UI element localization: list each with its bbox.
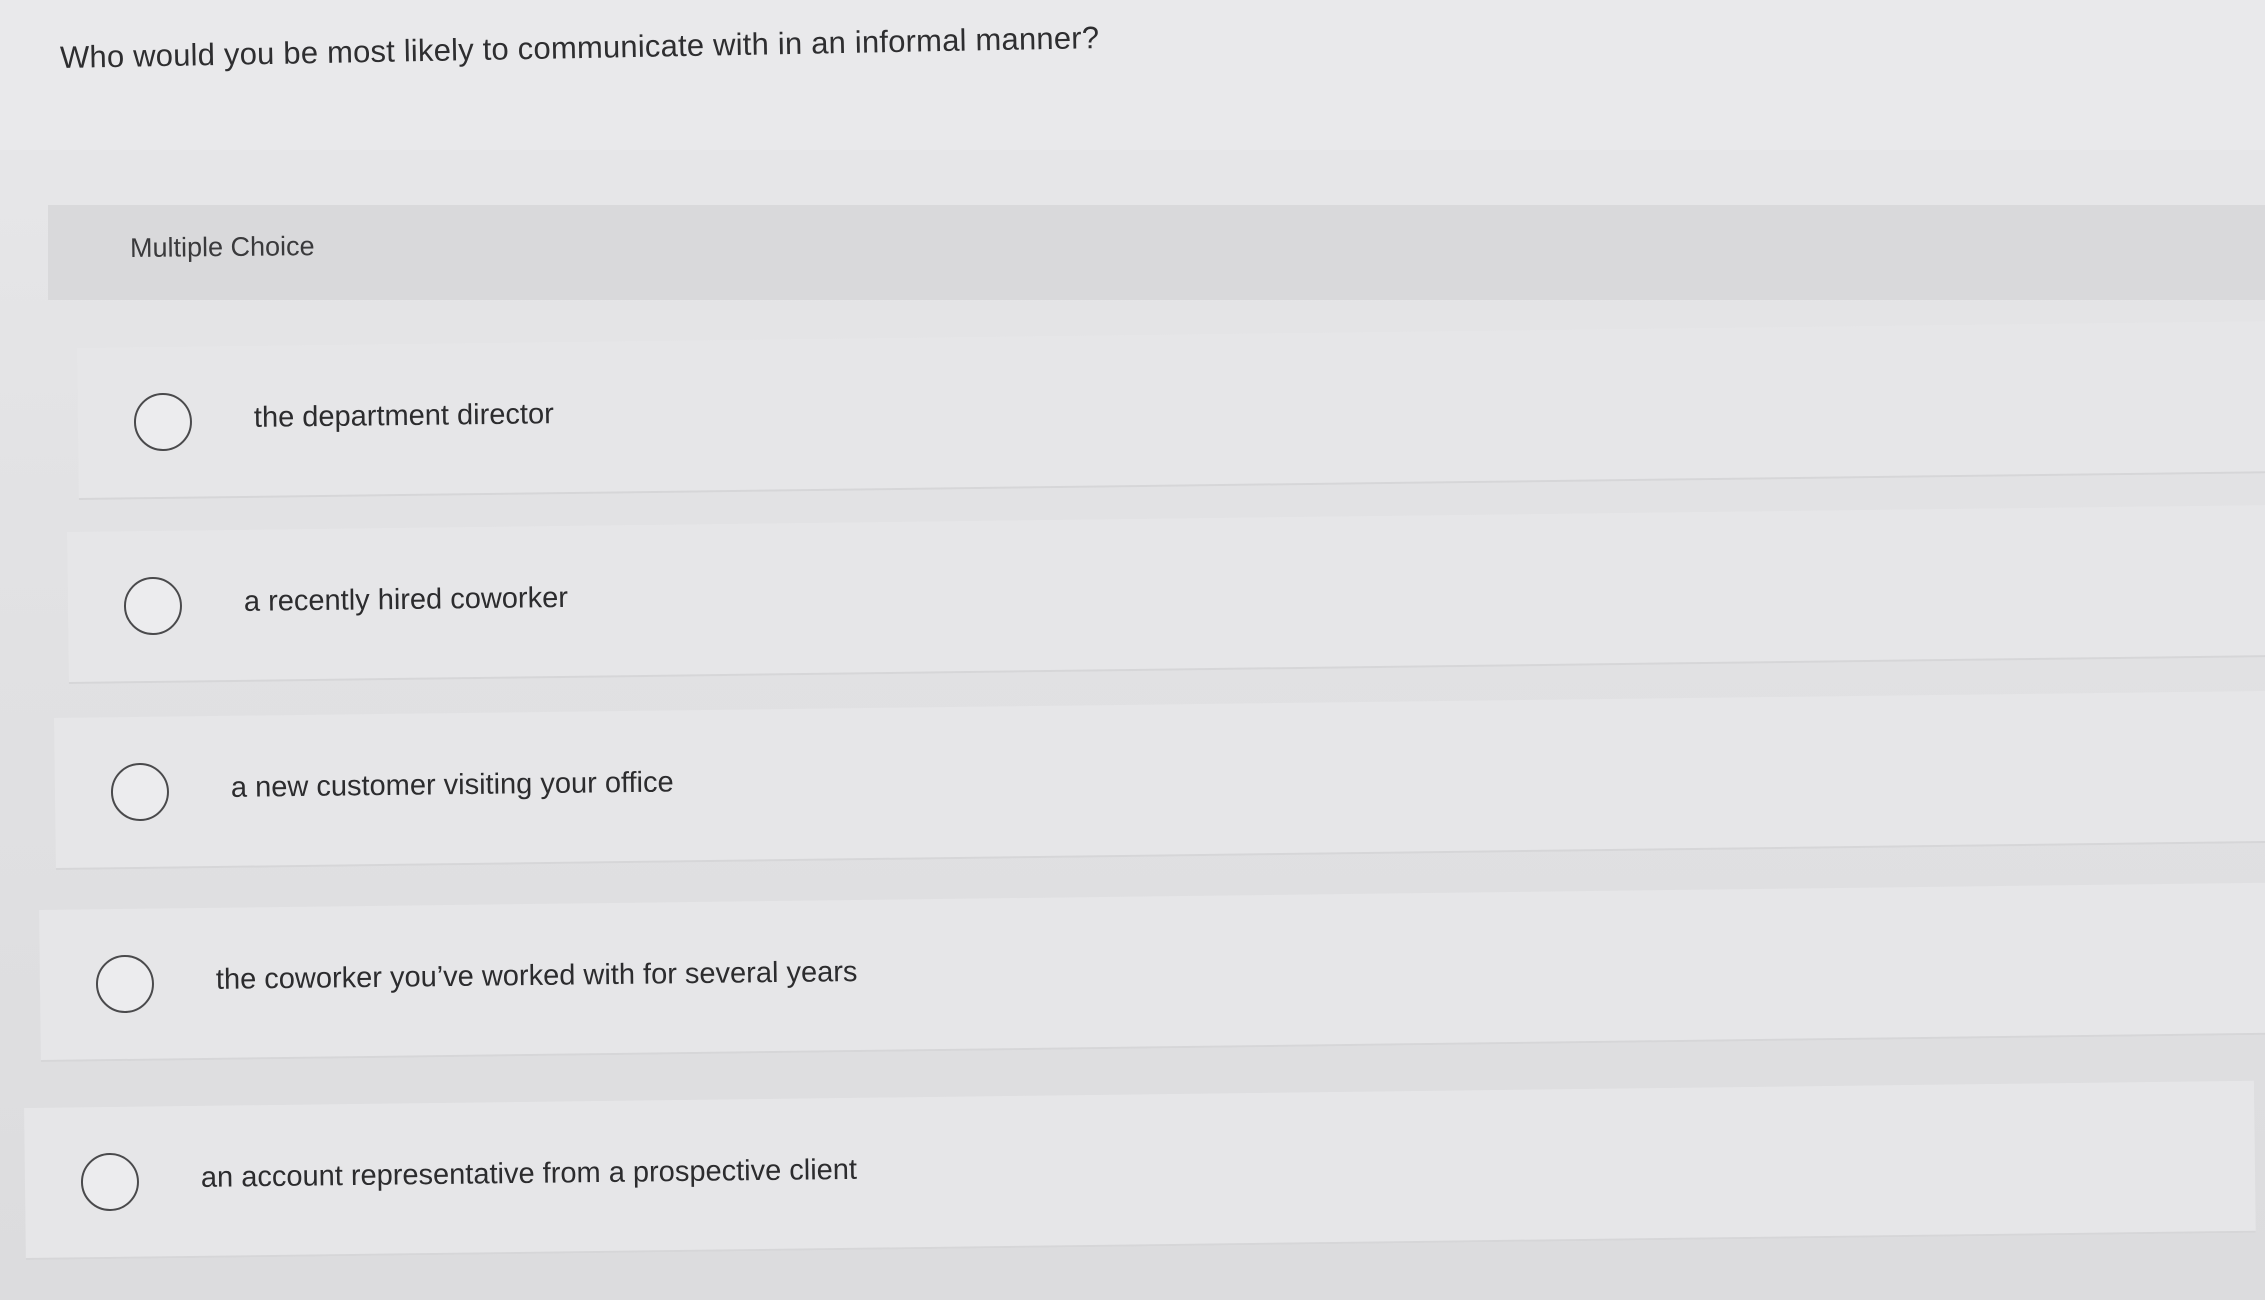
radio-button[interactable] [95, 954, 155, 1014]
radio-button[interactable] [133, 392, 193, 452]
radio-button[interactable] [80, 1152, 140, 1212]
answer-option-label: a recently hired coworker [243, 581, 569, 618]
answer-option[interactable]: a recently hired coworker [67, 504, 2265, 684]
answer-options: the department director a recently hired… [0, 300, 2265, 1300]
answer-option-label: the department director [253, 398, 554, 434]
answer-option[interactable]: the coworker you’ve worked with for seve… [39, 882, 2265, 1062]
radio-button[interactable] [123, 576, 183, 636]
choice-type-header: Multiple Choice [48, 205, 2265, 300]
answer-option[interactable]: an account representative from a prospec… [24, 1080, 2256, 1260]
answer-option-label: a new customer visiting your office [230, 766, 674, 804]
answer-option-label: the coworker you’ve worked with for seve… [215, 956, 858, 996]
question-text: Who would you be most likely to communic… [59, 20, 1100, 75]
radio-button[interactable] [110, 762, 170, 822]
quiz-page: Who would you be most likely to communic… [0, 0, 2265, 1300]
choice-type-label: Multiple Choice [129, 231, 315, 263]
answer-option[interactable]: the department director [77, 320, 2265, 500]
question-area: Who would you be most likely to communic… [0, 0, 2265, 150]
answer-option-label: an account representative from a prospec… [200, 1153, 858, 1194]
answer-option[interactable]: a new customer visiting your office [54, 690, 2265, 870]
